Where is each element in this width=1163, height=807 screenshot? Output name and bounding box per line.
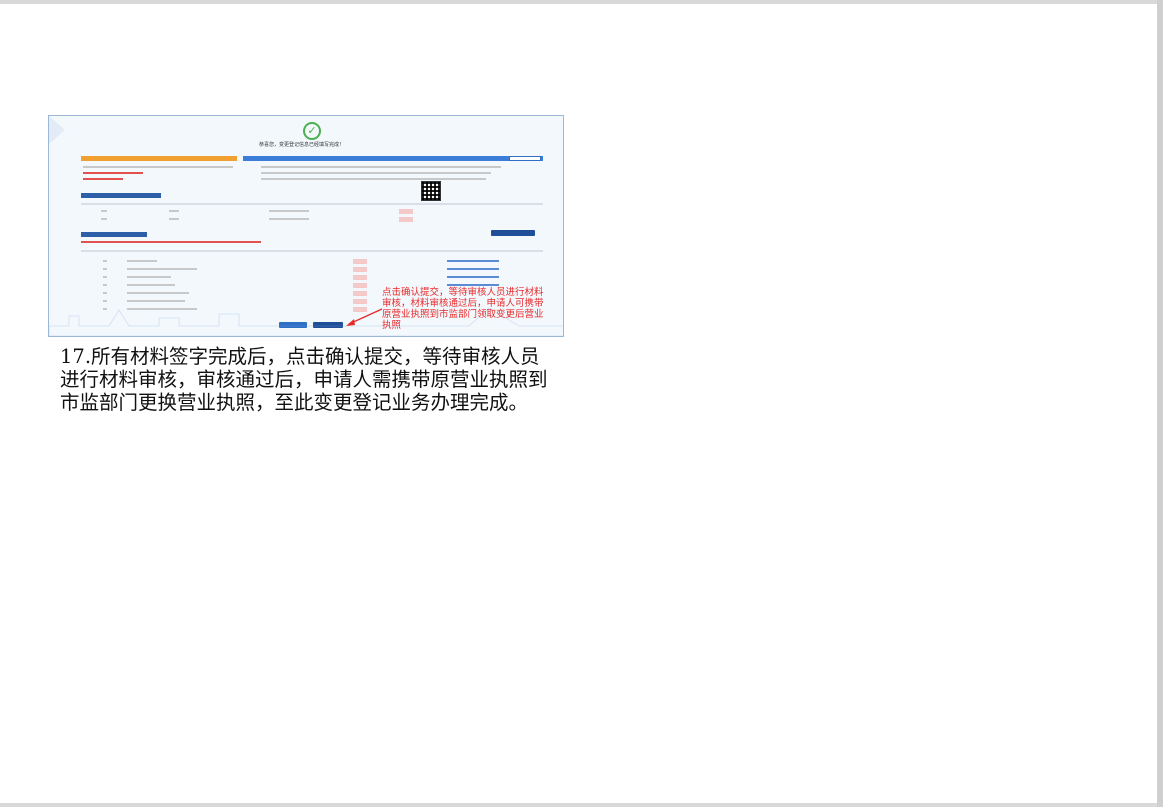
step-caption: 17.所有材料签字完成后，点击确认提交，等待审核人员进行材料审核，审核通过后，申… — [60, 345, 548, 414]
decorative-shape — [49, 116, 65, 144]
embedded-screenshot: ✓ 恭喜您，变更登记信息已经填写完成！ 点击确认提交，等待审核人员进行材料审核，… — [48, 115, 564, 337]
qr-code-image — [421, 181, 441, 201]
callout-arrow-icon — [346, 308, 383, 326]
notice-header — [81, 156, 237, 161]
success-message: 恭喜您，变更登记信息已经填写完成！ — [259, 142, 345, 148]
download-template-button[interactable] — [509, 156, 541, 161]
document-page: ✓ 恭喜您，变更登记信息已经填写完成！ 点击确认提交，等待审核人员进行材料审核，… — [0, 4, 1157, 803]
signers-section-header — [81, 193, 161, 198]
scrollbar[interactable] — [1157, 0, 1163, 807]
materials-section-header — [81, 232, 147, 237]
remind-sign-button[interactable] — [491, 230, 535, 236]
success-check-icon: ✓ — [303, 122, 321, 140]
requirements-header — [243, 156, 543, 161]
callout-annotation: 点击确认提交，等待审核人员进行材料审核，材料审核通过后，申请人可携带原营业执照到… — [382, 287, 544, 331]
